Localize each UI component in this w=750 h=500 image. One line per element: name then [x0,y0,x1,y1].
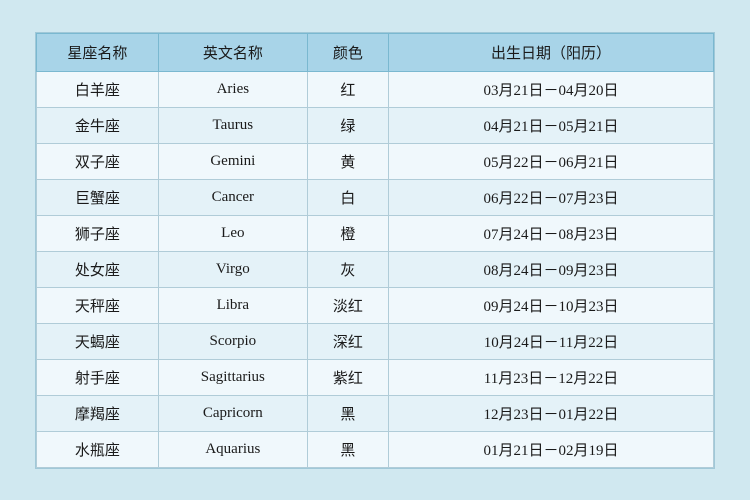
cell-color: 灰 [307,251,388,287]
header-chinese-name: 星座名称 [37,33,159,71]
table-row: 射手座Sagittarius紫红11月23日－12月22日 [37,359,714,395]
cell-color: 深红 [307,323,388,359]
cell-english-name: Gemini [158,143,307,179]
cell-date: 08月24日－09月23日 [389,251,714,287]
cell-date: 12月23日－01月22日 [389,395,714,431]
cell-chinese-name: 水瓶座 [37,431,159,467]
header-date: 出生日期（阳历） [389,33,714,71]
cell-color: 淡红 [307,287,388,323]
table-row: 天蝎座Scorpio深红10月24日－11月22日 [37,323,714,359]
cell-color: 红 [307,71,388,107]
cell-date: 05月22日－06月21日 [389,143,714,179]
table-row: 巨蟹座Cancer白06月22日－07月23日 [37,179,714,215]
cell-chinese-name: 双子座 [37,143,159,179]
cell-date: 03月21日－04月20日 [389,71,714,107]
cell-date: 01月21日－02月19日 [389,431,714,467]
cell-english-name: Leo [158,215,307,251]
cell-date: 04月21日－05月21日 [389,107,714,143]
cell-english-name: Aries [158,71,307,107]
cell-color: 黑 [307,395,388,431]
table-row: 摩羯座Capricorn黑12月23日－01月22日 [37,395,714,431]
table-header-row: 星座名称 英文名称 颜色 出生日期（阳历） [37,33,714,71]
cell-color: 绿 [307,107,388,143]
header-color: 颜色 [307,33,388,71]
cell-english-name: Virgo [158,251,307,287]
cell-english-name: Scorpio [158,323,307,359]
cell-date: 10月24日－11月22日 [389,323,714,359]
table-row: 天秤座Libra淡红09月24日－10月23日 [37,287,714,323]
cell-chinese-name: 摩羯座 [37,395,159,431]
cell-chinese-name: 天蝎座 [37,323,159,359]
cell-date: 09月24日－10月23日 [389,287,714,323]
cell-chinese-name: 白羊座 [37,71,159,107]
table-row: 处女座Virgo灰08月24日－09月23日 [37,251,714,287]
table-body: 白羊座Aries红03月21日－04月20日金牛座Taurus绿04月21日－0… [37,71,714,467]
cell-date: 07月24日－08月23日 [389,215,714,251]
table-row: 狮子座Leo橙07月24日－08月23日 [37,215,714,251]
cell-english-name: Sagittarius [158,359,307,395]
cell-chinese-name: 狮子座 [37,215,159,251]
cell-english-name: Capricorn [158,395,307,431]
cell-english-name: Aquarius [158,431,307,467]
cell-chinese-name: 处女座 [37,251,159,287]
cell-color: 黑 [307,431,388,467]
cell-color: 黄 [307,143,388,179]
cell-chinese-name: 巨蟹座 [37,179,159,215]
cell-chinese-name: 射手座 [37,359,159,395]
cell-date: 11月23日－12月22日 [389,359,714,395]
table-row: 金牛座Taurus绿04月21日－05月21日 [37,107,714,143]
cell-color: 白 [307,179,388,215]
zodiac-table-container: 星座名称 英文名称 颜色 出生日期（阳历） 白羊座Aries红03月21日－04… [35,32,715,469]
cell-color: 紫红 [307,359,388,395]
cell-chinese-name: 金牛座 [37,107,159,143]
table-row: 双子座Gemini黄05月22日－06月21日 [37,143,714,179]
table-row: 白羊座Aries红03月21日－04月20日 [37,71,714,107]
cell-english-name: Taurus [158,107,307,143]
cell-english-name: Libra [158,287,307,323]
cell-chinese-name: 天秤座 [37,287,159,323]
cell-color: 橙 [307,215,388,251]
header-english-name: 英文名称 [158,33,307,71]
cell-english-name: Cancer [158,179,307,215]
zodiac-table: 星座名称 英文名称 颜色 出生日期（阳历） 白羊座Aries红03月21日－04… [36,33,714,468]
table-row: 水瓶座Aquarius黑01月21日－02月19日 [37,431,714,467]
cell-date: 06月22日－07月23日 [389,179,714,215]
